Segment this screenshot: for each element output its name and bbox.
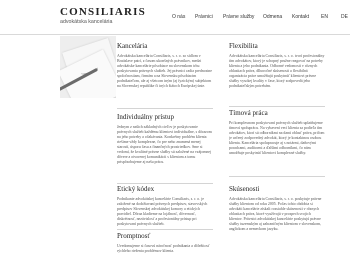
nav-item-odmena[interactable]: Odmena: [263, 14, 282, 20]
nav-item-pravnici[interactable]: Právnici: [195, 14, 213, 20]
divider: [117, 183, 213, 184]
divider: [229, 176, 325, 177]
section-title-promptnost: Promptnosť: [117, 232, 151, 240]
section-title-skusenosti: Skúsenosti: [229, 185, 260, 193]
divider: [229, 106, 325, 107]
logo-title: CONSILIARIS: [60, 6, 146, 18]
nav-item-kontakt[interactable]: Kontakt: [292, 14, 309, 20]
nav-item-de[interactable]: DE: [341, 14, 348, 20]
logo[interactable]: CONSILIARIS advokátska kancelária: [60, 6, 160, 25]
section-text-kancelaria: Advokátska kancelária Consiliaris, s. r.…: [117, 54, 212, 88]
divider: [117, 229, 213, 230]
documents-photo: [60, 36, 116, 98]
divider: [117, 108, 213, 109]
section-title-timova-praca: Tímová práca: [229, 109, 268, 117]
section-text-individualny-pristup: Jednym z našich základných cieľov je pos…: [117, 125, 212, 164]
section-text-timova-praca: Pri komplexnom poskytovaní právnych služ…: [229, 121, 325, 155]
logo-subtitle: advokátska kancelária: [60, 19, 113, 25]
section-title-flexibilita: Flexibilita: [229, 42, 258, 50]
section-text-flexibilita: Advokátska kancelária Consiliaris, s. r.…: [229, 54, 325, 88]
nav-item-en[interactable]: EN: [321, 14, 328, 20]
section-text-promptnost: Uvedomujeme si časovú náročnosť podnikan…: [117, 244, 210, 253]
site-header: CONSILIARIS advokátska kancelária O nás …: [0, 0, 350, 35]
section-title-individualny-pristup: Individuálny prístup: [117, 113, 174, 121]
section-text-skusenosti: Advokátska kancelária Consiliaris, s. r.…: [229, 197, 322, 231]
nav-item-o-nas[interactable]: O nás: [172, 14, 185, 20]
section-title-kancelaria: Kancelária: [117, 42, 148, 50]
nav-item-pravne-sluzby[interactable]: Právne služby: [223, 14, 254, 20]
section-title-eticky-kodex: Etický kódex: [117, 185, 155, 193]
section-text-eticky-kodex: Podnikanie advokátskej kancelárie Consil…: [117, 197, 208, 226]
